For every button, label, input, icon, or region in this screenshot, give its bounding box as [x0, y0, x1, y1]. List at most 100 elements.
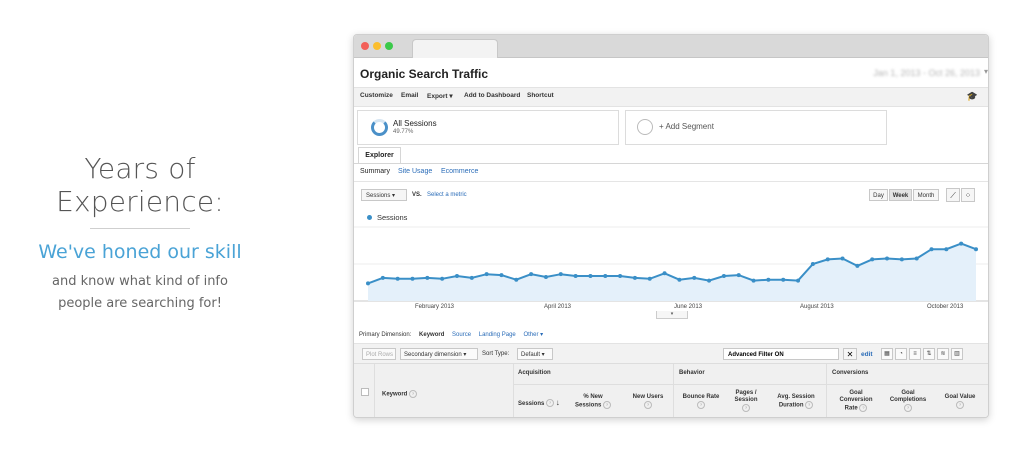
minimize-window-icon[interactable] — [373, 42, 381, 50]
data-point[interactable] — [825, 257, 830, 262]
data-point[interactable] — [469, 275, 474, 280]
data-point[interactable] — [974, 247, 978, 252]
export-button[interactable]: Export ▾ — [427, 92, 453, 100]
help-icon[interactable]: ? — [644, 401, 652, 409]
pivot-view-icon[interactable]: ▥ — [951, 348, 963, 360]
data-point[interactable] — [425, 275, 430, 280]
data-point[interactable] — [766, 277, 771, 282]
data-point[interactable] — [736, 273, 741, 278]
column-goal-conversion-rate[interactable]: Goal Conversion Rate ? — [832, 390, 880, 413]
graduation-cap-icon[interactable]: 🎓 — [967, 91, 978, 102]
plot-rows-button[interactable]: Plot Rows — [362, 348, 396, 360]
data-point[interactable] — [395, 276, 400, 281]
data-point[interactable] — [499, 273, 504, 278]
advanced-filter-input[interactable]: Advanced Filter ON — [723, 348, 839, 360]
help-icon[interactable]: ? — [409, 390, 418, 398]
day-button[interactable]: Day — [869, 189, 888, 201]
help-icon[interactable]: ? — [742, 404, 750, 412]
tab-summary[interactable]: Summary — [360, 168, 390, 175]
pie-view-icon[interactable]: ◔ — [895, 348, 907, 360]
browser-tab[interactable] — [412, 39, 498, 58]
metric-dropdown[interactable]: Sessions ▾ — [361, 189, 407, 201]
data-point[interactable] — [366, 281, 370, 286]
data-point[interactable] — [796, 278, 801, 283]
data-point[interactable] — [781, 277, 786, 282]
data-point[interactable] — [810, 262, 815, 266]
add-segment-button[interactable]: + Add Segment — [625, 110, 887, 145]
data-point[interactable] — [707, 278, 712, 283]
bar-view-icon[interactable]: ≡ — [909, 348, 921, 360]
data-point[interactable] — [603, 274, 608, 279]
data-point[interactable] — [840, 256, 845, 261]
secondary-dimension-dropdown[interactable]: Secondary dimension ▾ — [400, 348, 478, 360]
column-avg-session-duration[interactable]: Avg. Session Duration ? — [769, 394, 823, 410]
column-keyword[interactable]: Keyword ? — [382, 390, 418, 399]
sort-arrow-icon[interactable]: ↓ — [556, 398, 560, 407]
data-point[interactable] — [944, 247, 949, 252]
column-new-sessions[interactable]: % New Sessions ? — [573, 394, 613, 410]
column-goal-value[interactable]: Goal Value? — [936, 394, 984, 410]
data-point[interactable] — [529, 272, 534, 277]
help-icon[interactable]: ? — [859, 404, 868, 412]
email-button[interactable]: Email — [401, 92, 418, 99]
column-sessions[interactable]: Sessions ? ↓ — [518, 399, 560, 408]
data-point[interactable] — [751, 278, 756, 283]
data-point[interactable] — [632, 275, 637, 280]
data-point[interactable] — [899, 257, 904, 262]
column-pages-session[interactable]: Pages / Session? — [728, 390, 764, 413]
dimension-source[interactable]: Source — [452, 332, 471, 338]
data-point[interactable] — [870, 257, 875, 262]
segment-all-sessions[interactable]: All Sessions 49.77% — [357, 110, 619, 145]
help-icon[interactable]: ? — [956, 401, 964, 409]
data-point[interactable] — [588, 274, 593, 279]
data-point[interactable] — [647, 276, 652, 281]
chart-resize-handle[interactable]: ▾ — [656, 311, 688, 319]
data-point[interactable] — [618, 274, 623, 279]
column-goal-completions[interactable]: Goal Completions? — [884, 390, 932, 413]
data-point[interactable] — [484, 272, 489, 277]
data-point[interactable] — [410, 276, 415, 281]
data-point[interactable] — [662, 271, 667, 276]
data-point[interactable] — [692, 275, 697, 280]
clear-filter-button[interactable]: ✕ — [843, 348, 857, 360]
motion-chart-icon[interactable]: ⁘ — [961, 188, 975, 202]
sort-type-dropdown[interactable]: Default ▾ — [517, 348, 553, 360]
customize-button[interactable]: Customize — [360, 92, 393, 99]
tab-explorer[interactable]: Explorer — [358, 147, 401, 164]
help-icon[interactable]: ? — [546, 399, 555, 408]
data-point[interactable] — [514, 277, 519, 282]
data-point[interactable] — [380, 275, 385, 280]
select-all-checkbox[interactable] — [361, 388, 369, 396]
data-point[interactable] — [885, 256, 890, 261]
help-icon[interactable]: ? — [805, 401, 814, 409]
close-window-icon[interactable] — [361, 42, 369, 50]
data-point[interactable] — [573, 274, 578, 279]
data-point[interactable] — [440, 276, 445, 281]
help-icon[interactable]: ? — [603, 401, 612, 409]
dimension-landing-page[interactable]: Landing Page — [479, 332, 516, 338]
dimension-keyword[interactable]: Keyword — [419, 332, 444, 338]
data-point[interactable] — [558, 272, 563, 277]
month-button[interactable]: Month — [913, 189, 939, 201]
term-cloud-icon[interactable]: ≋ — [937, 348, 949, 360]
column-bounce-rate[interactable]: Bounce Rate? — [678, 394, 724, 410]
edit-filter-link[interactable]: edit — [861, 351, 873, 358]
tab-site-usage[interactable]: Site Usage — [398, 168, 432, 175]
data-point[interactable] — [721, 274, 726, 279]
date-range-picker[interactable]: Jan 1, 2013 - Oct 26, 2013 — [873, 68, 980, 78]
data-point[interactable] — [959, 241, 964, 246]
line-chart-icon[interactable]: ⟋ — [946, 188, 960, 202]
data-point[interactable] — [914, 256, 919, 261]
table-view-icon[interactable]: ▦ — [881, 348, 893, 360]
data-point[interactable] — [929, 247, 934, 252]
data-point[interactable] — [677, 277, 682, 282]
comparison-view-icon[interactable]: ⇅ — [923, 348, 935, 360]
week-button[interactable]: Week — [889, 189, 912, 201]
select-metric-link[interactable]: Select a metric — [427, 192, 467, 198]
data-point[interactable] — [855, 263, 860, 268]
add-to-dashboard-button[interactable]: Add to Dashboard — [464, 92, 520, 99]
maximize-window-icon[interactable] — [385, 42, 393, 50]
dimension-other[interactable]: Other ▾ — [523, 332, 543, 338]
chevron-down-icon[interactable]: ▾ — [984, 67, 988, 76]
shortcut-button[interactable]: Shortcut — [527, 92, 554, 99]
